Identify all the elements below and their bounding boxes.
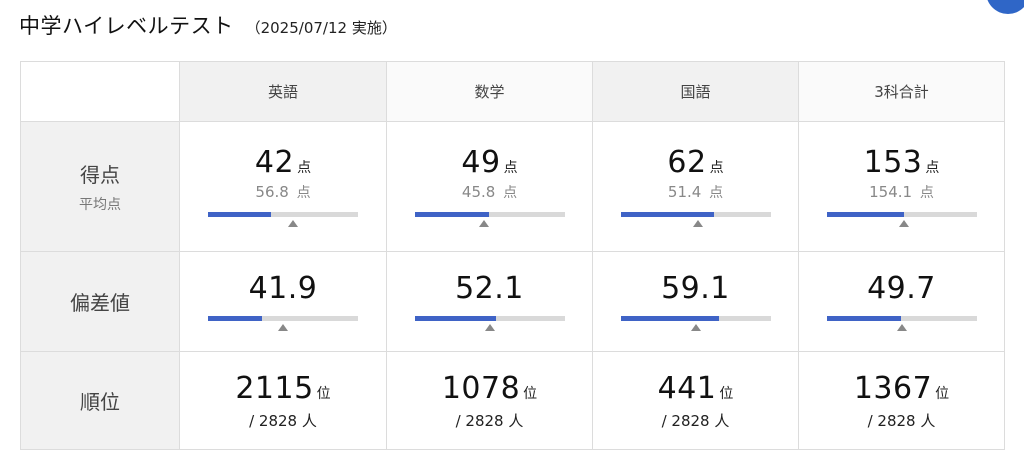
deviation-cell: 59.1: [592, 251, 799, 352]
rank-cell: 1078 位 / 2828 人: [386, 351, 593, 450]
column-header-math: 数学: [386, 61, 593, 122]
row-label-score: 得点: [80, 163, 120, 187]
results-page: 中学ハイレベルテスト （2025/07/12 実施） 英語 数学 国語 3科合計…: [0, 0, 1024, 462]
rank-value: 1367: [853, 370, 933, 406]
score-bar: [414, 212, 565, 228]
row-header-score: 得点 平均点: [20, 121, 180, 252]
mean-marker-icon: [896, 324, 907, 331]
exam-date: （2025/07/12 実施）: [245, 19, 397, 37]
column-header-japanese: 国語: [592, 61, 799, 122]
rank-total: / 2828: [867, 411, 916, 430]
bar-fill: [414, 316, 496, 321]
table-row-rank: 順位 2115 位 / 2828 人 1078 位 / 2828 人 441 位 / …: [20, 351, 1005, 450]
average-unit: 点: [503, 185, 518, 201]
score-value: 153: [863, 145, 923, 180]
rank-value: 441: [657, 370, 717, 406]
average-value: 154.1: [869, 183, 913, 201]
average-unit: 点: [919, 185, 934, 201]
average-marker-icon: [288, 220, 298, 227]
deviation-bar: [620, 316, 771, 332]
score-cell: 49 点 45.8 点: [386, 121, 593, 252]
rank-cell: 2115 位 / 2828 人: [179, 351, 387, 450]
deviation-bar: [826, 316, 977, 332]
people-unit: 人: [714, 411, 730, 430]
results-table: 英語 数学 国語 3科合計 得点 平均点 42 点 56.8 点 49 点 45…: [20, 61, 1005, 450]
row-header-rank: 順位: [20, 351, 180, 450]
rank-unit: 位: [719, 385, 734, 402]
rank-value: 2115: [235, 370, 314, 406]
deviation-cell: 52.1: [386, 251, 593, 352]
rank-value: 1078: [441, 370, 521, 406]
rank-total: / 2828: [455, 411, 504, 430]
score-bar: [826, 212, 977, 228]
score-unit: 点: [503, 160, 518, 176]
average-marker-icon: [478, 220, 489, 227]
deviation-value: 41.9: [248, 271, 318, 306]
rank-unit: 位: [935, 385, 950, 402]
bar-fill: [826, 316, 901, 321]
page-header: 中学ハイレベルテスト （2025/07/12 実施）: [19, 10, 397, 44]
column-header-english: 英語: [179, 61, 387, 122]
bar-fill: [414, 212, 489, 217]
deviation-bar: [414, 316, 565, 332]
rank-total: / 2828: [661, 411, 710, 430]
score-value: 62: [667, 145, 707, 180]
score-cell: 153 点 154.1 点: [798, 121, 1005, 252]
bar-fill: [620, 212, 714, 217]
average-marker-icon: [692, 220, 703, 227]
bar-fill: [620, 316, 719, 321]
score-unit: 点: [297, 160, 312, 176]
table-header-row: 英語 数学 国語 3科合計: [20, 61, 1005, 122]
deviation-cell: 41.9: [179, 251, 387, 352]
bar-fill: [826, 212, 904, 217]
deviation-bar: [208, 316, 358, 332]
table-row-deviation: 偏差値 41.9 52.1 59.1 49.7: [20, 251, 1005, 352]
average-unit: 点: [296, 185, 311, 201]
score-cell: 62 点 51.4 点: [592, 121, 799, 252]
score-cell: 42 点 56.8 点: [179, 121, 387, 252]
average-value: 56.8: [255, 183, 289, 201]
score-bar: [208, 212, 358, 228]
floating-action-button[interactable]: [986, 0, 1024, 14]
column-header-total: 3科合計: [798, 61, 1005, 122]
row-label-rank: 順位: [80, 390, 120, 414]
deviation-cell: 49.7: [798, 251, 1005, 352]
score-bar: [620, 212, 771, 228]
rank-total: / 2828: [249, 411, 298, 430]
mean-marker-icon: [278, 324, 288, 331]
mean-marker-icon: [690, 324, 701, 331]
page-title: 中学ハイレベルテスト: [19, 14, 234, 38]
table-row-score: 得点 平均点 42 点 56.8 点 49 点 45.8 点 62 点 51.4…: [20, 121, 1005, 252]
score-value: 49: [461, 145, 501, 180]
row-header-deviation: 偏差値: [20, 251, 180, 352]
average-value: 45.8: [461, 183, 496, 201]
table-corner: [20, 61, 180, 122]
mean-marker-icon: [484, 324, 495, 331]
deviation-value: 59.1: [661, 271, 730, 306]
deviation-value: 49.7: [867, 271, 936, 306]
average-unit: 点: [709, 185, 724, 201]
row-label-deviation: 偏差値: [70, 291, 130, 315]
rank-unit: 位: [316, 385, 331, 402]
deviation-value: 52.1: [455, 271, 524, 306]
people-unit: 人: [508, 411, 524, 430]
people-unit: 人: [301, 411, 317, 430]
rank-cell: 441 位 / 2828 人: [592, 351, 799, 450]
average-marker-icon: [898, 220, 909, 227]
rank-cell: 1367 位 / 2828 人: [798, 351, 1005, 450]
rank-unit: 位: [523, 385, 538, 402]
row-sublabel-average: 平均点: [79, 197, 121, 213]
score-unit: 点: [709, 160, 724, 176]
average-value: 51.4: [667, 183, 702, 201]
bar-fill: [208, 316, 262, 321]
score-unit: 点: [925, 160, 940, 176]
score-value: 42: [254, 145, 295, 180]
bar-fill: [208, 212, 271, 217]
people-unit: 人: [920, 411, 936, 430]
